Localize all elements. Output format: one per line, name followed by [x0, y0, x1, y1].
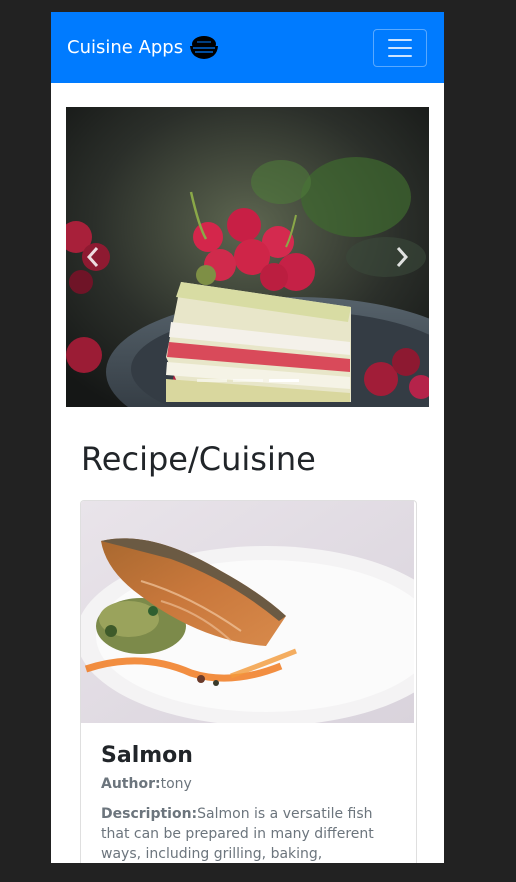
carousel-prev-button[interactable] — [78, 237, 108, 277]
rice-bowl-icon — [188, 34, 220, 62]
recipe-author: Author:tony — [101, 776, 396, 792]
app-frame: Cuisine Apps Recipe/Cuisine Salmon Autho… — [51, 12, 444, 863]
brand-link[interactable]: Cuisine Apps — [67, 34, 220, 62]
recipe-card-body: Salmon Author:tony Description:Salmon is… — [81, 723, 416, 863]
hamburger-menu-icon — [388, 38, 412, 41]
author-name: tony — [160, 776, 192, 792]
chevron-left-icon — [86, 247, 99, 267]
carousel-next-button[interactable] — [387, 237, 417, 277]
chevron-right-icon — [396, 247, 409, 267]
recipe-card[interactable]: Salmon Author:tony Description:Salmon is… — [80, 500, 417, 863]
brand-text: Cuisine Apps — [67, 37, 184, 58]
section-title: Recipe/Cuisine — [81, 440, 316, 478]
author-label: Author: — [101, 776, 161, 792]
description-label: Description: — [101, 806, 198, 822]
navbar-toggle-button[interactable] — [373, 28, 427, 67]
navbar: Cuisine Apps — [51, 12, 444, 83]
recipe-description: Description:Salmon is a versatile fish t… — [101, 804, 396, 863]
carousel-indicators — [66, 379, 429, 382]
image-carousel — [66, 107, 429, 407]
carousel-indicator-1[interactable] — [196, 379, 227, 382]
carousel-indicator-2[interactable] — [232, 379, 263, 382]
raspberry-cake-image — [66, 107, 429, 407]
salmon-image — [81, 501, 414, 723]
recipe-title: Salmon — [101, 743, 193, 768]
carousel-indicator-3[interactable] — [268, 379, 299, 382]
